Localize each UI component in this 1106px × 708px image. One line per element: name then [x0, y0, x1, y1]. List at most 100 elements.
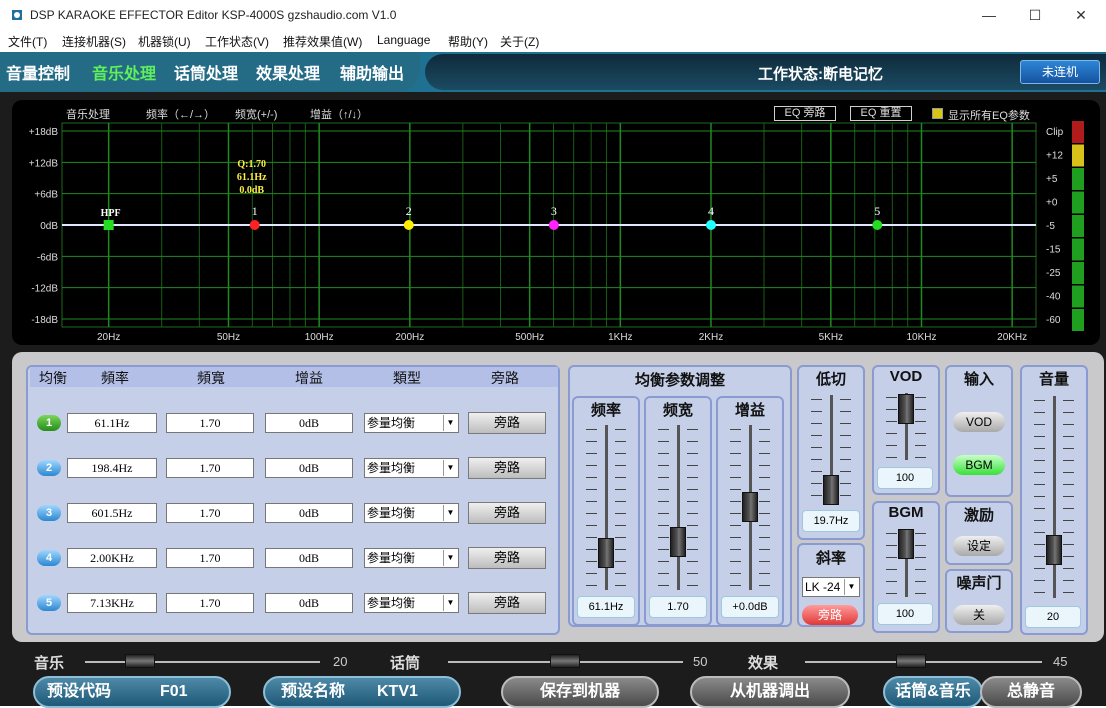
eq-band-3-gain-field[interactable]: 0dB: [265, 503, 353, 523]
slider-tick: [615, 465, 626, 466]
lowcut-slider-knob[interactable]: [823, 475, 839, 505]
slope-select[interactable]: LK -24 ▼: [802, 577, 860, 597]
eq-band-1-gain-field[interactable]: 0dB: [265, 413, 353, 433]
slider-tick: [1063, 544, 1074, 545]
slider-tick: [687, 549, 698, 550]
slider-tick: [1063, 568, 1074, 569]
eq-point-2: [403, 220, 414, 230]
eq-band-5-button[interactable]: 5: [37, 595, 61, 611]
eq-band-2-width-field[interactable]: 1.70: [166, 458, 254, 478]
bgm-title: BGM: [888, 504, 924, 521]
slider-tick: [730, 477, 741, 478]
slider-tick: [840, 483, 851, 484]
music-slider-knob[interactable]: [125, 654, 155, 668]
level-meter-segment: [1072, 215, 1084, 237]
adjust-width-slider-knob[interactable]: [670, 527, 686, 557]
slider-tick: [586, 561, 597, 562]
vod-value[interactable]: 100: [877, 467, 933, 489]
save-to-device-button[interactable]: 保存到机器: [501, 676, 659, 708]
adjust-freq-value[interactable]: 61.1Hz: [577, 596, 635, 618]
adjust-freq-slider-knob[interactable]: [598, 538, 614, 568]
slider-tick: [730, 585, 741, 586]
chevron-down-icon: ▼: [443, 595, 457, 611]
col-freq: 頻率: [101, 370, 129, 386]
effect-slider-knob[interactable]: [896, 654, 926, 668]
eq-band-5-freq-field[interactable]: 7.13KHz: [67, 593, 157, 613]
eq-band-3-button[interactable]: 3: [37, 505, 61, 521]
eq-band-4-freq-field[interactable]: 2.00KHz: [67, 548, 157, 568]
eq-band-1-freq-field[interactable]: 61.1Hz: [67, 413, 157, 433]
chevron-down-icon: ▼: [443, 505, 457, 521]
mic-music-button[interactable]: 话筒&音乐: [883, 676, 983, 708]
slider-tick: [759, 477, 770, 478]
eq-band-3-type-select[interactable]: 参量均衡 ▼: [364, 503, 459, 523]
slider-tick: [658, 453, 669, 454]
slider-tick: [886, 457, 897, 458]
slider-tick: [759, 573, 770, 574]
eq-band-2-type-select[interactable]: 参量均衡 ▼: [364, 458, 459, 478]
eq-band-4-width-field[interactable]: 1.70: [166, 548, 254, 568]
eq-band-1-button[interactable]: 1: [37, 415, 61, 431]
bgm-slider-knob[interactable]: [898, 529, 914, 559]
eq-band-4-gain-field[interactable]: 0dB: [265, 548, 353, 568]
slider-tick: [1063, 496, 1074, 497]
preset-name-capsule[interactable]: 预设名称 KTV1: [263, 676, 461, 708]
slider-tick: [759, 549, 770, 550]
slider-tick: [759, 429, 770, 430]
input-bgm-button[interactable]: BGM: [953, 455, 1005, 475]
mic-slider-knob[interactable]: [550, 654, 580, 668]
eq-band-5-type-select[interactable]: 参量均衡 ▼: [364, 593, 459, 613]
input-vod-button[interactable]: VOD: [953, 412, 1005, 432]
load-from-device-button[interactable]: 从机器调出: [690, 676, 850, 708]
eq-point-tooltip: Q:1.70: [237, 159, 266, 170]
slider-tick: [1063, 520, 1074, 521]
eq-band-3-freq-field[interactable]: 601.5Hz: [67, 503, 157, 523]
eq-band-2-button[interactable]: 2: [37, 460, 61, 476]
adjust-width-value[interactable]: 1.70: [649, 596, 707, 618]
eq-band-5-width-field[interactable]: 1.70: [166, 593, 254, 613]
x-tick-label: 20KHz: [997, 332, 1027, 343]
level-meter-segment: [1072, 262, 1084, 284]
eq-band-4-bypass-button[interactable]: 旁路: [468, 547, 546, 569]
slider-tick: [658, 537, 669, 538]
adjust-gain-value[interactable]: +0.0dB: [721, 596, 779, 618]
slider-tick: [1063, 400, 1074, 401]
eq-band-2-freq-field[interactable]: 198.4Hz: [67, 458, 157, 478]
slider-tick: [759, 465, 770, 466]
master-mute-button[interactable]: 总静音: [980, 676, 1082, 708]
eq-band-4-type-select[interactable]: 参量均衡 ▼: [364, 548, 459, 568]
vod-title: VOD: [889, 368, 923, 385]
preset-code-capsule[interactable]: 预设代码 F01: [33, 676, 231, 708]
type-value: 参量均衡: [367, 506, 416, 520]
eq-band-4-button[interactable]: 4: [37, 550, 61, 566]
vod-slider-knob[interactable]: [898, 394, 914, 424]
volume-value[interactable]: 20: [1025, 606, 1081, 628]
slider-tick: [840, 459, 851, 460]
slider-tick: [1034, 472, 1045, 473]
lowcut-bypass-button[interactable]: 旁路: [802, 605, 858, 625]
volume-slider-knob[interactable]: [1046, 535, 1062, 565]
slider-tick: [586, 477, 597, 478]
eq-band-3-width-field[interactable]: 1.70: [166, 503, 254, 523]
eq-band-1-bypass-button[interactable]: 旁路: [468, 412, 546, 434]
eq-band-5-gain-field[interactable]: 0dB: [265, 593, 353, 613]
slider-tick: [1063, 508, 1074, 509]
level-meter-segment: [1072, 309, 1084, 331]
slider-tick: [1034, 544, 1045, 545]
lowcut-value[interactable]: 19.7Hz: [802, 510, 860, 532]
eq-point-3: [548, 220, 559, 230]
slider-tick: [615, 573, 626, 574]
x-tick-label: 2KHz: [699, 332, 723, 343]
slider-tick: [658, 585, 669, 586]
eq-band-2-gain-field[interactable]: 0dB: [265, 458, 353, 478]
eq-band-1-type-select[interactable]: 参量均衡 ▼: [364, 413, 459, 433]
eq-band-3-bypass-button[interactable]: 旁路: [468, 502, 546, 524]
eq-band-5-bypass-button[interactable]: 旁路: [468, 592, 546, 614]
eq-band-1-width-field[interactable]: 1.70: [166, 413, 254, 433]
slider-tick: [687, 429, 698, 430]
eq-band-2-bypass-button[interactable]: 旁路: [468, 457, 546, 479]
exciter-button[interactable]: 设定: [953, 536, 1005, 556]
adjust-gain-slider-knob[interactable]: [742, 492, 758, 522]
bgm-value[interactable]: 100: [877, 603, 933, 625]
noise-gate-button[interactable]: 关: [953, 605, 1005, 625]
